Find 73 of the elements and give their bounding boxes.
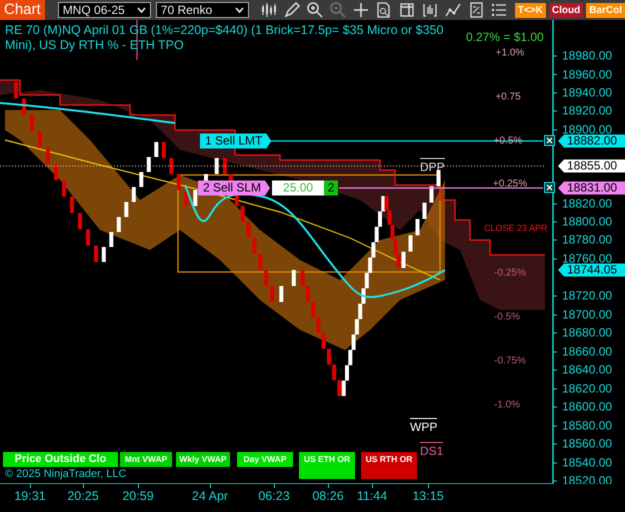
level-label: -0.75% <box>494 356 526 366</box>
candles-icon[interactable] <box>260 1 278 19</box>
price-tick: 18620.00 <box>562 384 612 394</box>
price-tick: 18720.00 <box>562 290 612 300</box>
bracket-bars-icon[interactable] <box>420 1 439 19</box>
data-box-icon[interactable] <box>398 1 416 19</box>
zoom-out-icon[interactable] <box>328 1 347 19</box>
close-order-icon[interactable] <box>544 135 555 146</box>
zoom-in-icon[interactable] <box>306 1 324 19</box>
toggle-button[interactable]: BarCol <box>586 2 625 18</box>
price-marker: 18831.00 <box>558 182 625 194</box>
crosshair-icon[interactable] <box>352 1 370 19</box>
close-order-icon[interactable] <box>544 182 555 193</box>
instrument-dropdown[interactable]: MNQ 06-25 <box>58 2 151 18</box>
time-tick: 20:25 <box>67 489 99 503</box>
price-tick: 18960.00 <box>562 69 612 79</box>
price-tick: 18920.00 <box>562 106 612 116</box>
level-label: +0.75 <box>495 92 521 102</box>
price-tick: 18580.00 <box>562 420 612 430</box>
price-tick: 18820.00 <box>562 198 612 208</box>
indicator-button[interactable]: Price Outside Clo <box>3 452 118 467</box>
price-tick: 18940.00 <box>562 88 612 98</box>
caret-icon <box>136 7 146 13</box>
price-tick: 18700.00 <box>562 310 612 320</box>
pivot-label: DS1 <box>420 442 444 458</box>
indicator-button[interactable]: US ETH OR <box>299 452 355 479</box>
level-label: CLOSE 23 APR <box>484 223 548 233</box>
level-label: +1.0% <box>496 48 524 58</box>
price-tick: 18560.00 <box>562 438 612 448</box>
price-tick: 18600.00 <box>562 402 612 412</box>
price-marker: 18855.00 <box>558 160 625 172</box>
chart-tab[interactable]: Chart <box>0 0 45 20</box>
level-label: -1.0% <box>494 400 520 410</box>
bar-type-dropdown[interactable]: 70 Renko <box>156 2 249 18</box>
line-chart-icon[interactable] <box>444 1 462 19</box>
indicator-button[interactable]: Day VWAP <box>237 452 293 467</box>
indicator-button[interactable]: Mnt VWAP <box>120 452 172 467</box>
price-tick: 18800.00 <box>562 216 612 226</box>
price-tick: 18680.00 <box>562 328 612 338</box>
order-quantity: 2 <box>324 180 338 196</box>
time-tick: 20:59 <box>122 489 154 503</box>
order-tag[interactable]: 2 Sell SLM <box>198 180 270 196</box>
order-price-field[interactable]: 25.00 <box>272 180 324 196</box>
price-tick: 18640.00 <box>562 364 612 374</box>
pivot-label: DPP <box>420 158 445 174</box>
time-tick: 11:44 <box>356 489 388 503</box>
pencil-icon[interactable] <box>282 1 301 19</box>
pivot-label: WPP <box>410 418 438 434</box>
price-tick: 18900.00 <box>562 124 612 134</box>
level-label: +0.25% <box>492 178 528 190</box>
time-tick: 24 Apr <box>192 489 228 503</box>
price-marker: 18882.00 <box>558 134 625 148</box>
copyright-text: © 2025 NinjaTrader, LLC <box>5 468 126 480</box>
level-label: -0.25% <box>494 268 526 278</box>
time-tick: 19:31 <box>14 489 46 503</box>
price-tick: 18780.00 <box>562 234 612 244</box>
indicator-button[interactable]: Wkly VWAP <box>176 452 230 467</box>
toggle-button[interactable]: Cloud <box>548 2 584 18</box>
list-icon[interactable] <box>490 1 508 19</box>
price-marker: 18744.05 <box>558 264 625 276</box>
price-tick: 18760.00 <box>562 254 612 264</box>
indicator-button[interactable]: US RTH OR <box>361 452 417 479</box>
pnl-label: 0.27% = $1.00 <box>466 30 544 44</box>
price-tick: 18980.00 <box>562 50 612 60</box>
toggle-button[interactable]: T<>K <box>514 2 546 18</box>
price-tick: 18540.00 <box>562 458 612 468</box>
caret-icon <box>234 7 244 13</box>
time-tick: 13:15 <box>412 489 444 503</box>
price-tick: 18660.00 <box>562 346 612 356</box>
time-tick: 08:26 <box>312 489 344 503</box>
time-tick: 06:23 <box>258 489 290 503</box>
level-label: -0.5% <box>494 312 520 322</box>
order-tag[interactable]: 1 Sell LMT <box>200 134 272 148</box>
